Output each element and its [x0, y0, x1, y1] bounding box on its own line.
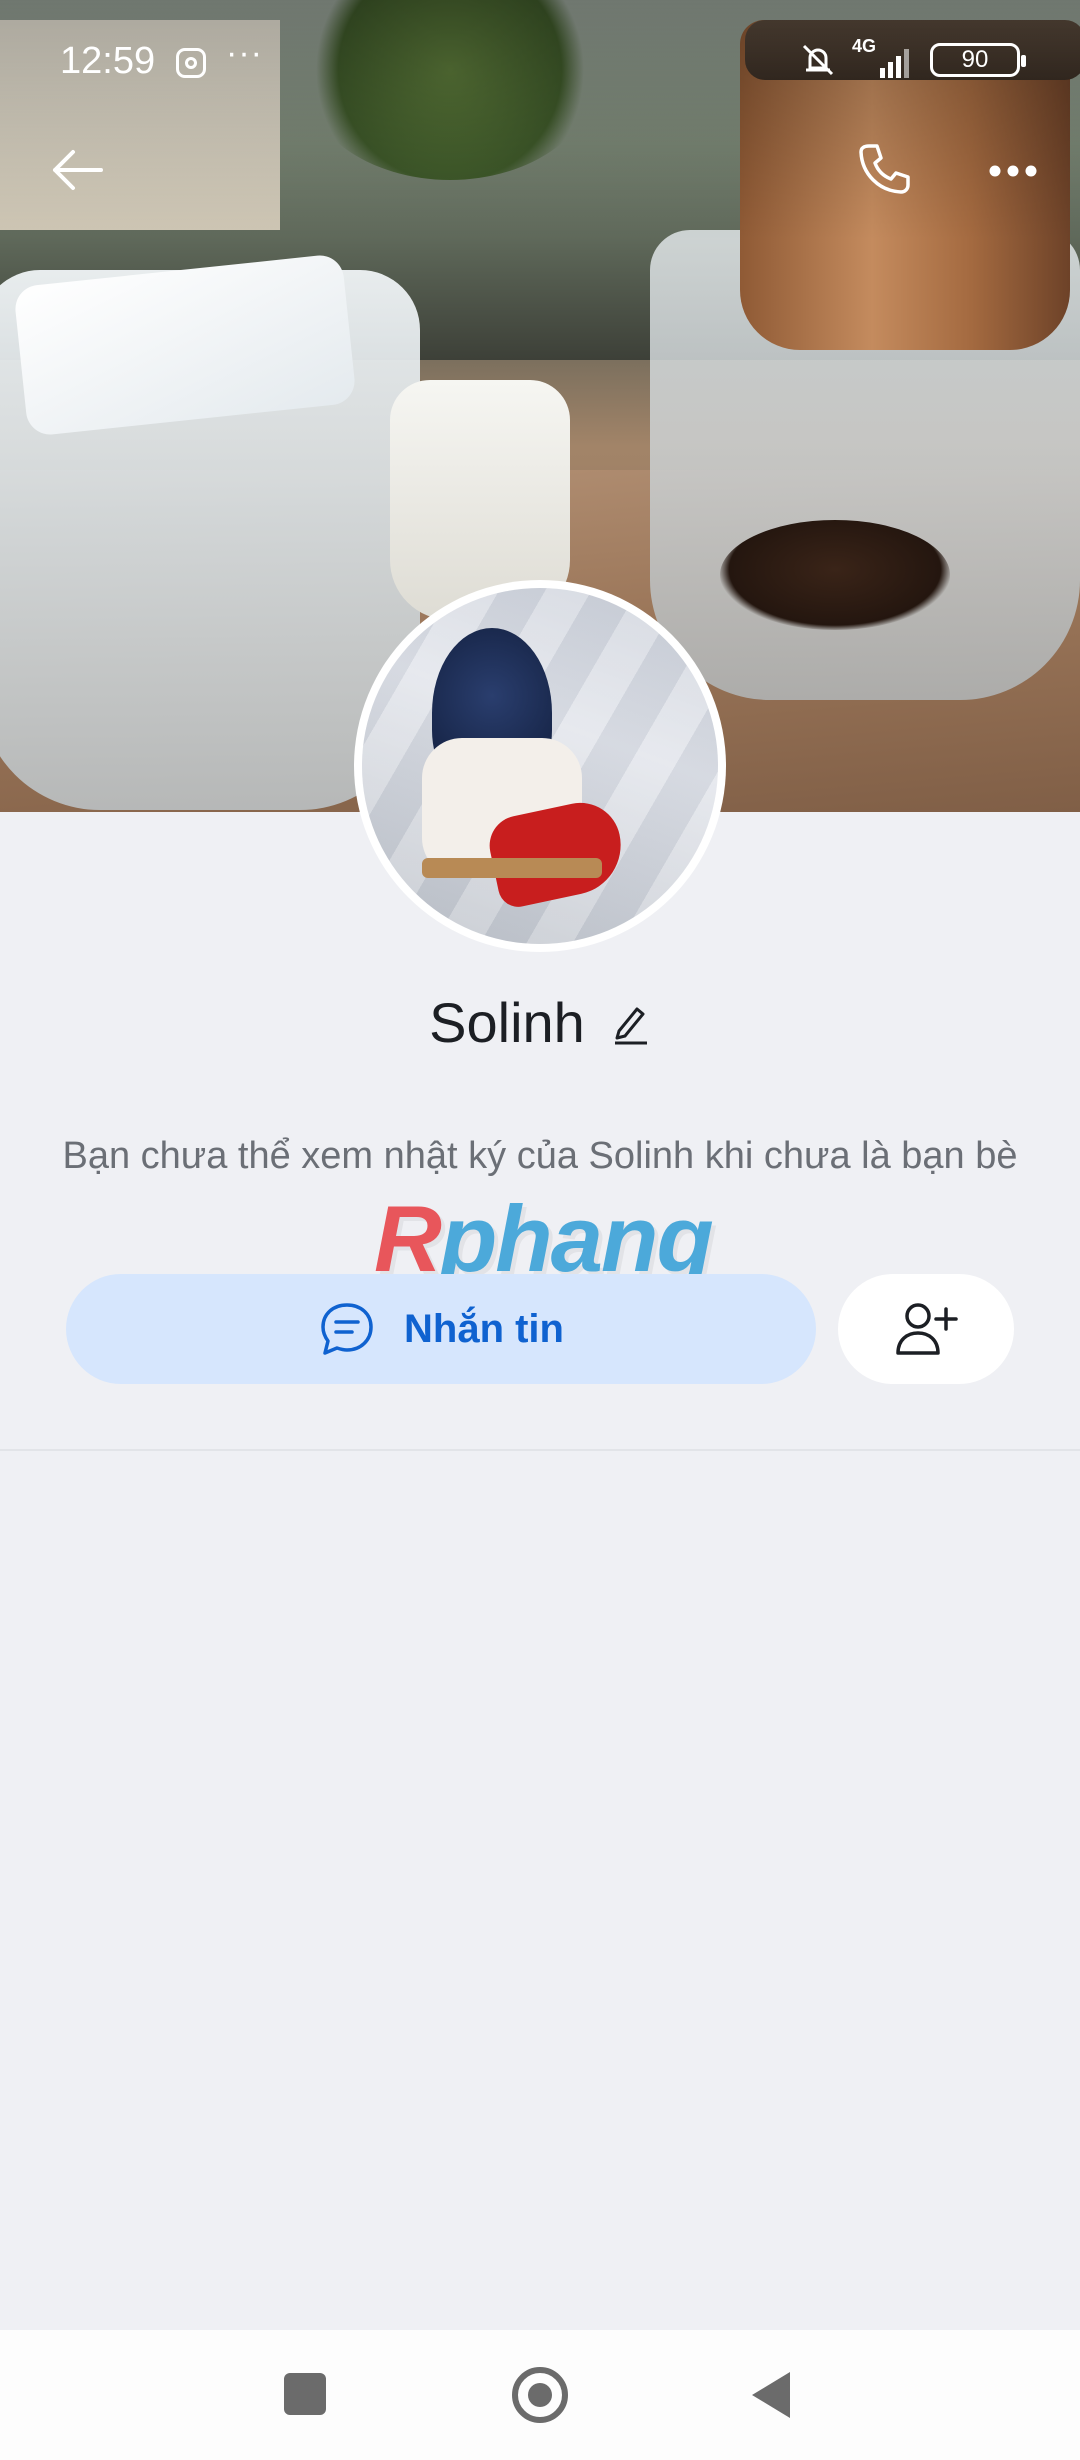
top-actions	[0, 130, 1080, 210]
pencil-icon	[614, 1007, 647, 1044]
avatar-chair	[422, 858, 602, 878]
system-back-button[interactable]	[752, 2372, 790, 2418]
signal-group: 4G	[852, 36, 916, 80]
name-row: Solinh	[0, 990, 1080, 1055]
silent-alarm-icon	[802, 44, 834, 76]
status-bar: 12:59 ··· 4G 90	[0, 0, 1080, 126]
back-button[interactable]	[42, 140, 112, 200]
status-time: 12:59	[60, 40, 156, 82]
back-arrow-icon	[53, 150, 103, 190]
friend-required-notice: Bạn chưa thể xem nhật ký của Solinh khi …	[62, 1135, 1018, 1177]
edit-name-button[interactable]	[611, 1001, 651, 1045]
profile-name: Solinh	[429, 991, 585, 1054]
status-more: ···	[226, 34, 263, 72]
message-button-label: Nhắn tin	[404, 1306, 564, 1351]
avatar-photo	[362, 588, 718, 944]
chat-bubble-icon	[321, 1303, 373, 1355]
section-divider	[0, 1449, 1080, 1451]
more-button[interactable]	[980, 146, 1046, 196]
cover-coffee	[720, 520, 950, 630]
call-button[interactable]	[846, 134, 922, 204]
profile-avatar[interactable]	[354, 580, 726, 952]
instagram-icon	[176, 48, 206, 78]
add-friend-icon	[896, 1303, 958, 1355]
system-nav-bar	[0, 2330, 1080, 2460]
home-button[interactable]	[512, 2367, 568, 2423]
message-button[interactable]: Nhắn tin	[66, 1274, 816, 1384]
signal-icon	[880, 49, 909, 78]
recents-button[interactable]	[284, 2373, 326, 2415]
more-dots-icon	[989, 165, 1037, 177]
add-friend-button[interactable]	[838, 1274, 1014, 1384]
battery-icon: 90	[930, 43, 1026, 77]
status-right: 4G 90	[798, 36, 1026, 80]
phone-icon	[859, 144, 910, 194]
